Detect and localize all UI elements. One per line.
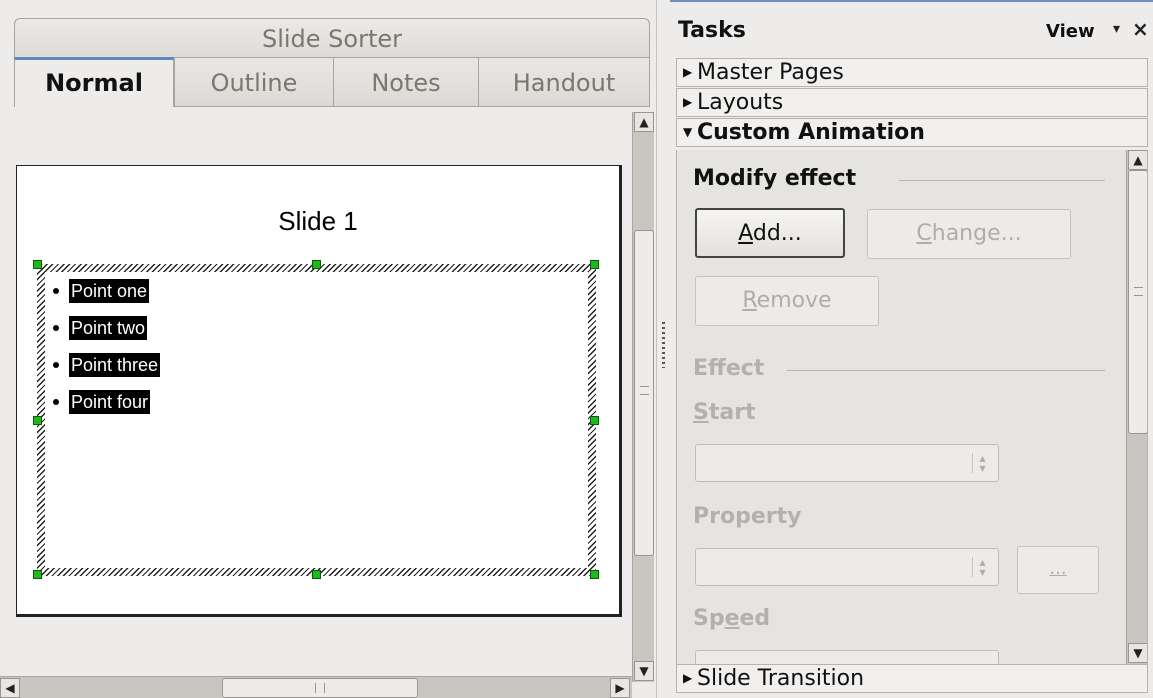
resize-handle-bottom[interactable] — [312, 570, 321, 579]
tab-divider — [174, 106, 650, 107]
scroll-down-arrow-icon[interactable]: ▼ — [1128, 643, 1147, 663]
property-label: Property — [693, 504, 802, 529]
tasks-pane: Tasks View ▾ × ▶ Master Pages ▶ Layouts ▼ C… — [670, 0, 1153, 698]
expand-arrow-icon: ▶ — [683, 65, 693, 79]
vertical-scrollbar[interactable]: ▲ ▼ — [632, 112, 654, 682]
tab-slide-sorter[interactable]: Slide Sorter — [14, 18, 650, 58]
scroll-up-arrow-icon[interactable]: ▲ — [1128, 150, 1147, 170]
scroll-up-arrow-icon[interactable]: ▲ — [634, 112, 654, 132]
speed-dropdown[interactable] — [695, 650, 999, 664]
close-icon[interactable]: × — [1132, 17, 1149, 41]
expand-arrow-icon: ▶ — [683, 95, 693, 109]
pane-splitter[interactable] — [656, 0, 670, 698]
scroll-left-arrow-icon[interactable]: ◀ — [0, 678, 20, 698]
panel-label: Master Pages — [697, 60, 844, 85]
impress-window: Slide Sorter Normal Outline Notes Handou… — [0, 0, 1153, 698]
resize-handle-bottom-left[interactable] — [33, 570, 42, 579]
tab-notes[interactable]: Notes — [333, 57, 479, 107]
add-button[interactable]: Add... — [695, 208, 845, 258]
bullet-icon — [53, 324, 59, 331]
panel-label: Custom Animation — [697, 120, 925, 145]
panel-slide-transition[interactable]: ▶ Slide Transition — [676, 664, 1148, 693]
tab-normal[interactable]: Normal — [14, 57, 174, 107]
tab-handout[interactable]: Handout — [478, 57, 650, 107]
list-item[interactable]: Point four — [53, 383, 160, 420]
panel-layouts[interactable]: ▶ Layouts — [676, 88, 1148, 117]
resize-handle-bottom-right[interactable] — [590, 570, 599, 579]
slide-title[interactable]: Slide 1 — [17, 206, 619, 237]
property-dropdown[interactable]: ▴ ▾ — [695, 548, 999, 586]
bullet-text[interactable]: Point two — [69, 315, 148, 340]
chevron-down-icon[interactable]: ▾ — [1113, 21, 1120, 37]
slide-canvas[interactable]: Slide 1 Point one Point two Point three — [16, 165, 622, 617]
section-divider — [787, 370, 1105, 371]
panel-label: Slide Transition — [697, 666, 865, 691]
tasks-title: Tasks — [678, 18, 746, 43]
horizontal-scrollbar[interactable]: ◀ ▶ — [0, 676, 632, 698]
view-tabs: Normal Outline Notes Handout — [14, 57, 650, 107]
bullet-text[interactable]: Point four — [69, 389, 151, 414]
resize-handle-top[interactable] — [312, 260, 321, 269]
start-label: Start — [693, 400, 756, 425]
modify-effect-heading: Modify effect — [693, 166, 857, 191]
panel-master-pages[interactable]: ▶ Master Pages — [676, 58, 1148, 87]
start-dropdown[interactable]: ▴ ▾ — [695, 444, 999, 482]
effect-heading: Effect — [693, 356, 765, 381]
splitter-grip-icon — [662, 322, 665, 368]
expand-arrow-icon: ▶ — [683, 671, 693, 685]
speed-label: Speed — [693, 606, 771, 631]
bullet-list[interactable]: Point one Point two Point three Point fo… — [53, 272, 161, 420]
list-item[interactable]: Point one — [53, 272, 160, 309]
resize-handle-top-right[interactable] — [590, 260, 599, 269]
scrollbar-thumb[interactable] — [634, 230, 654, 556]
remove-button[interactable]: Remove — [695, 276, 879, 326]
tasks-scrollbar[interactable]: ▲ ▼ — [1126, 150, 1147, 664]
spin-arrows-icon: ▴ ▾ — [972, 452, 992, 474]
panel-custom-animation[interactable]: ▼ Custom Animation — [676, 118, 1148, 147]
bullet-icon — [53, 398, 59, 405]
section-divider — [899, 180, 1105, 181]
scroll-down-arrow-icon[interactable]: ▼ — [634, 661, 654, 681]
list-item[interactable]: Point two — [53, 309, 160, 346]
edit-pane: Slide Sorter Normal Outline Notes Handou… — [0, 0, 658, 698]
panel-label: Layouts — [697, 90, 784, 115]
resize-handle-right[interactable] — [590, 416, 599, 425]
change-button[interactable]: Change... — [867, 209, 1071, 259]
tab-outline[interactable]: Outline — [174, 57, 334, 107]
scrollbar-thumb[interactable] — [222, 678, 418, 698]
resize-handle-left[interactable] — [33, 416, 42, 425]
scrollbar-thumb[interactable] — [1128, 170, 1147, 434]
resize-handle-top-left[interactable] — [33, 260, 42, 269]
spin-arrows-icon: ▴ ▾ — [972, 556, 992, 578]
bullet-text[interactable]: Point one — [69, 278, 150, 303]
collapse-arrow-icon: ▼ — [683, 125, 693, 139]
scroll-right-arrow-icon[interactable]: ▶ — [610, 678, 630, 698]
view-menu-button[interactable]: View — [1046, 21, 1095, 42]
property-options-button[interactable]: ... — [1017, 546, 1099, 594]
list-item[interactable]: Point three — [53, 346, 161, 383]
bullet-icon — [53, 287, 59, 294]
custom-animation-content: Modify effect Add... Change... Remove Ef… — [676, 150, 1148, 664]
bullet-text[interactable]: Point three — [69, 352, 161, 377]
bullet-icon — [53, 361, 59, 368]
